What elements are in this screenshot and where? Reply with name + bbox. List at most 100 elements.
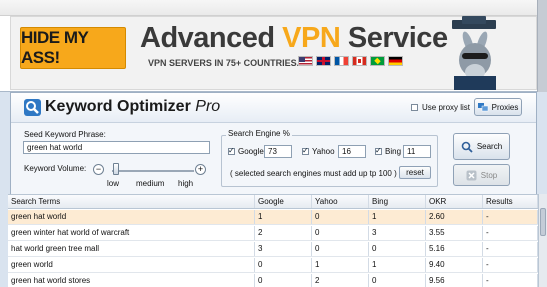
engine-bing[interactable]: Bing: [375, 146, 402, 156]
cell-search-term: green winter hat world of warcraft: [8, 226, 255, 240]
us-flag-icon: [298, 56, 313, 66]
google-label: Google: [238, 147, 264, 156]
cell-okr: 3.55: [426, 226, 483, 240]
cell-yahoo: 0: [312, 242, 369, 256]
cell-yahoo: 2: [312, 274, 369, 287]
magnifier-icon: [24, 99, 41, 116]
france-flag-icon: [334, 56, 349, 66]
cell-yahoo: 0: [312, 210, 369, 224]
network-icon: [477, 102, 488, 111]
cell-results: -: [483, 210, 538, 224]
engine-sum-note: ( selected search engines must add up tp…: [230, 169, 397, 178]
yahoo-checkbox[interactable]: [302, 146, 309, 155]
column-header-yahoo[interactable]: Yahoo: [312, 195, 369, 208]
column-header-search-terms[interactable]: Search Terms: [8, 195, 255, 208]
proxies-button-label: Proxies: [491, 102, 519, 112]
cell-okr: 5.16: [426, 242, 483, 256]
cell-okr: 2.60: [426, 210, 483, 224]
country-flags: [298, 56, 403, 66]
volume-tick-low: low: [107, 179, 120, 188]
proxies-button[interactable]: Proxies: [474, 98, 522, 116]
logo-text: HIDE MY ASS!: [21, 28, 89, 67]
cell-search-term: green world: [8, 258, 255, 272]
google-checkbox[interactable]: [228, 146, 235, 155]
banner-top-strip: [0, 0, 547, 16]
proxy-checkbox-label: Use proxy list: [422, 103, 471, 112]
table-row[interactable]: hat world green tree mall 3 0 0 5.16 -: [8, 242, 538, 257]
keyword-volume-slider-thumb[interactable]: [113, 163, 120, 175]
column-header-okr[interactable]: OKR: [426, 195, 483, 208]
engine-yahoo[interactable]: Yahoo: [302, 146, 335, 156]
search-icon: [461, 141, 473, 153]
volume-increase-button[interactable]: +: [195, 164, 206, 175]
table-row[interactable]: green winter hat world of warcraft 2 0 3…: [8, 226, 538, 241]
uk-flag-icon: [316, 56, 331, 66]
cell-search-term: green hat world: [8, 210, 255, 224]
app-header: Keyword Optimizer Pro Use proxy list Pro…: [11, 93, 536, 123]
cell-search-term: green hat world stores: [8, 274, 255, 287]
column-header-results[interactable]: Results: [483, 195, 538, 208]
keyword-volume-slider-track[interactable]: [112, 170, 194, 172]
cell-google: 0: [255, 258, 312, 272]
volume-tick-medium: medium: [136, 179, 165, 188]
stop-button-label: Stop: [480, 170, 498, 180]
vpn-ad-banner[interactable]: HIDE MY ASS! Advanced VPN Service VPN SE…: [0, 0, 547, 92]
search-button[interactable]: Search: [453, 133, 510, 160]
cell-yahoo: 0: [312, 226, 369, 240]
canada-flag-icon: [352, 56, 367, 66]
yahoo-percent-input[interactable]: 16: [338, 145, 366, 158]
table-row[interactable]: green world 0 1 1 9.40 -: [8, 258, 538, 273]
results-table[interactable]: Search Terms Google Yahoo Bing OKR Resul…: [8, 194, 538, 287]
cell-okr: 9.40: [426, 258, 483, 272]
brazil-flag-icon: [370, 56, 385, 66]
cell-results: -: [483, 258, 538, 272]
stop-button[interactable]: Stop: [453, 164, 510, 186]
germany-flag-icon: [388, 56, 403, 66]
cell-results: -: [483, 274, 538, 287]
bing-checkbox[interactable]: [375, 146, 382, 155]
proxy-checkbox-box[interactable]: [411, 104, 418, 111]
cell-results: -: [483, 242, 538, 256]
cell-results: -: [483, 226, 538, 240]
cell-bing: 1: [369, 258, 426, 272]
banner-scrollbar[interactable]: [537, 0, 547, 92]
ad-headline-highlight: VPN: [282, 22, 341, 54]
cell-bing: 3: [369, 226, 426, 240]
results-scrollbar-thumb[interactable]: [540, 208, 546, 236]
engine-google[interactable]: Google: [228, 146, 264, 156]
column-header-google[interactable]: Google: [255, 195, 312, 208]
cell-yahoo: 1: [312, 258, 369, 272]
cell-bing: 1: [369, 210, 426, 224]
ad-subtitle: VPN SERVERS IN 75+ COUNTRIES...: [148, 58, 305, 68]
stop-icon: [466, 170, 477, 180]
volume-tick-high: high: [178, 179, 194, 188]
google-percent-input[interactable]: 73: [264, 145, 292, 158]
results-scrollbar[interactable]: [538, 194, 547, 287]
cell-bing: 0: [369, 274, 426, 287]
cell-google: 0: [255, 274, 312, 287]
cell-search-term: hat world green tree mall: [8, 242, 255, 256]
ad-headline-prefix: Advanced: [140, 22, 283, 54]
seed-keyword-input[interactable]: green hat world: [23, 141, 210, 154]
bing-percent-input[interactable]: 11: [403, 145, 431, 158]
reset-button[interactable]: reset: [399, 166, 431, 179]
search-button-label: Search: [476, 142, 503, 151]
ad-headline: Advanced VPN Service: [140, 22, 448, 55]
keyword-volume-label: Keyword Volume:: [24, 164, 87, 173]
table-row[interactable]: green hat world 1 0 1 2.60 -: [8, 210, 538, 225]
search-engine-group-label: Search Engine %: [226, 129, 292, 138]
table-row[interactable]: green hat world stores 0 2 0 9.56 -: [8, 274, 538, 287]
cell-okr: 9.56: [426, 274, 483, 287]
table-header-row: Search Terms Google Yahoo Bing OKR Resul…: [8, 195, 538, 209]
bing-label: Bing: [385, 147, 402, 156]
app-title-main: Keyword Optimizer: [45, 98, 191, 115]
app-title: Keyword Optimizer Pro: [45, 98, 220, 116]
cell-google: 2: [255, 226, 312, 240]
column-header-bing[interactable]: Bing: [369, 195, 426, 208]
volume-decrease-button[interactable]: −: [93, 164, 104, 175]
cell-bing: 0: [369, 242, 426, 256]
yahoo-label: Yahoo: [312, 147, 335, 156]
use-proxy-list-checkbox[interactable]: Use proxy list: [411, 103, 470, 112]
hidemyass-logo[interactable]: HIDE MY ASS!: [20, 27, 126, 69]
cell-google: 3: [255, 242, 312, 256]
